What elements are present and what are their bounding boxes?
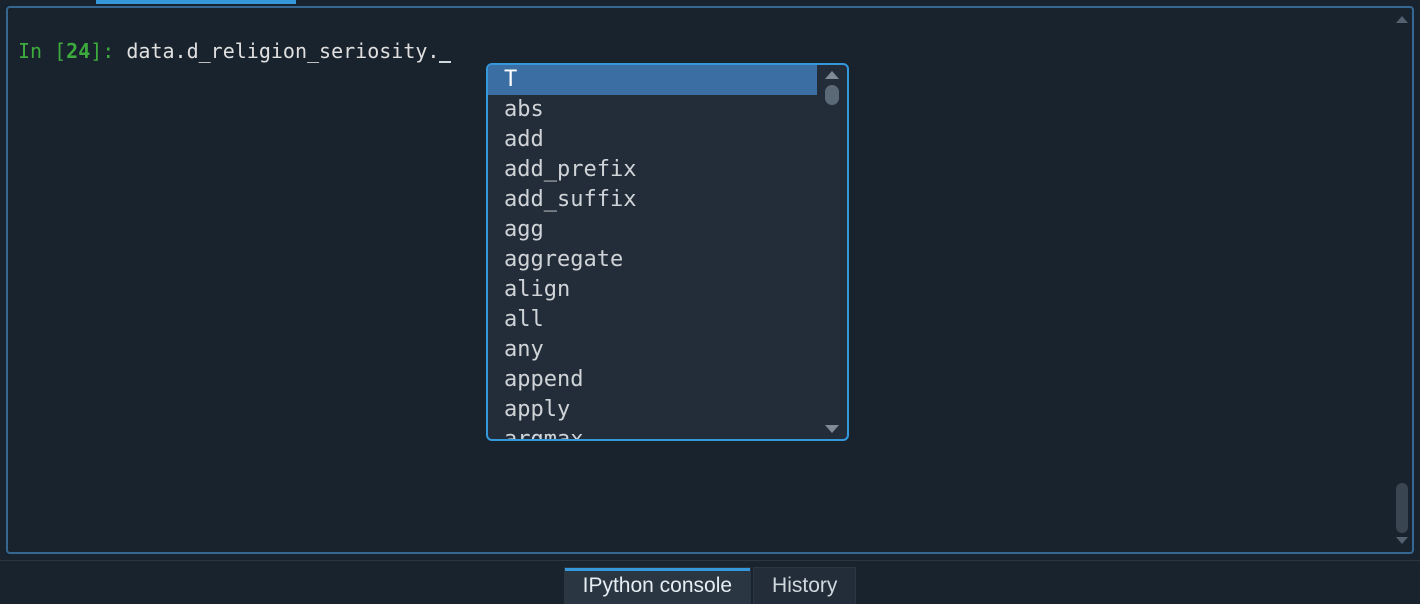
autocomplete-item[interactable]: T	[488, 65, 817, 95]
scroll-down-icon[interactable]	[825, 425, 839, 433]
console-scroll-track[interactable]	[1396, 27, 1408, 533]
scroll-up-icon[interactable]	[1396, 16, 1408, 23]
autocomplete-item[interactable]: add	[488, 125, 817, 155]
tab-ipython-console[interactable]: IPython console	[564, 567, 751, 604]
prompt-in-label: In [	[18, 39, 66, 63]
autocomplete-scroll-thumb[interactable]	[825, 85, 839, 105]
top-tab-indicator	[96, 0, 296, 4]
prompt-line[interactable]: In [24]: data.d_religion_seriosity.	[18, 38, 1386, 65]
autocomplete-item[interactable]: add_prefix	[488, 155, 817, 185]
autocomplete-item[interactable]: all	[488, 305, 817, 335]
autocomplete-item[interactable]: append	[488, 365, 817, 395]
autocomplete-item[interactable]: add_suffix	[488, 185, 817, 215]
autocomplete-item[interactable]: agg	[488, 215, 817, 245]
bottom-tab-bar: IPython console History	[0, 560, 1420, 604]
console-frame: In [24]: data.d_religion_seriosity. T ab…	[6, 6, 1414, 554]
console-scrollbar[interactable]	[1394, 12, 1410, 548]
autocomplete-list[interactable]: T abs add add_prefix add_suffix agg aggr…	[488, 65, 817, 439]
autocomplete-popup[interactable]: T abs add add_prefix add_suffix agg aggr…	[486, 63, 849, 441]
prompt-close: ]:	[90, 39, 126, 63]
code-input-text[interactable]: data.d_religion_seriosity.	[126, 39, 439, 63]
autocomplete-scroll-track[interactable]	[824, 85, 840, 419]
autocomplete-item[interactable]: abs	[488, 95, 817, 125]
text-cursor	[439, 41, 451, 63]
autocomplete-item[interactable]: any	[488, 335, 817, 365]
scroll-down-icon[interactable]	[1396, 537, 1408, 544]
autocomplete-item[interactable]: apply	[488, 395, 817, 425]
autocomplete-item[interactable]: argmax	[488, 425, 817, 439]
scroll-up-icon[interactable]	[825, 71, 839, 79]
tab-history[interactable]: History	[753, 567, 856, 604]
autocomplete-item[interactable]: aggregate	[488, 245, 817, 275]
autocomplete-item[interactable]: align	[488, 275, 817, 305]
prompt-number: 24	[66, 39, 90, 63]
console-scroll-thumb[interactable]	[1396, 483, 1408, 533]
autocomplete-scrollbar[interactable]	[821, 69, 843, 435]
